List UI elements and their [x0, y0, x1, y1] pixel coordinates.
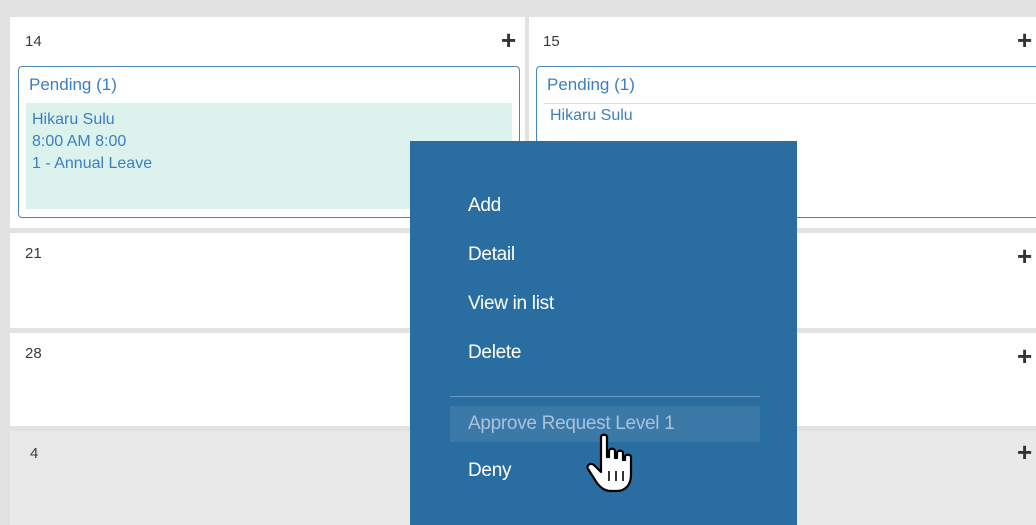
menu-item-detail[interactable]: Detail — [468, 244, 515, 266]
menu-item-add[interactable]: Add — [468, 195, 501, 217]
pending-header: Pending (1) — [547, 75, 635, 94]
add-plus-icon[interactable]: + — [1017, 343, 1032, 369]
day-number: 15 — [543, 33, 560, 50]
entry-divider — [544, 103, 1036, 104]
day-number: 14 — [25, 33, 42, 50]
menu-item-deny[interactable]: Deny — [468, 460, 511, 482]
add-plus-icon[interactable]: + — [1017, 27, 1032, 53]
employee-name: Hikaru Sulu — [550, 107, 633, 124]
hand-cursor-icon — [586, 433, 633, 493]
day-number: 28 — [25, 345, 42, 362]
menu-item-view-in-list[interactable]: View in list — [468, 293, 554, 315]
employee-name: Hikaru Sulu — [32, 111, 115, 128]
add-plus-icon[interactable]: + — [1017, 439, 1032, 465]
menu-item-delete[interactable]: Delete — [468, 342, 521, 364]
day-number: 4 — [30, 445, 39, 462]
day-number: 21 — [25, 245, 42, 262]
menu-separator — [450, 396, 760, 397]
pending-header: Pending (1) — [29, 75, 117, 94]
add-plus-icon[interactable]: + — [501, 27, 516, 53]
add-plus-icon[interactable]: + — [1017, 243, 1032, 269]
